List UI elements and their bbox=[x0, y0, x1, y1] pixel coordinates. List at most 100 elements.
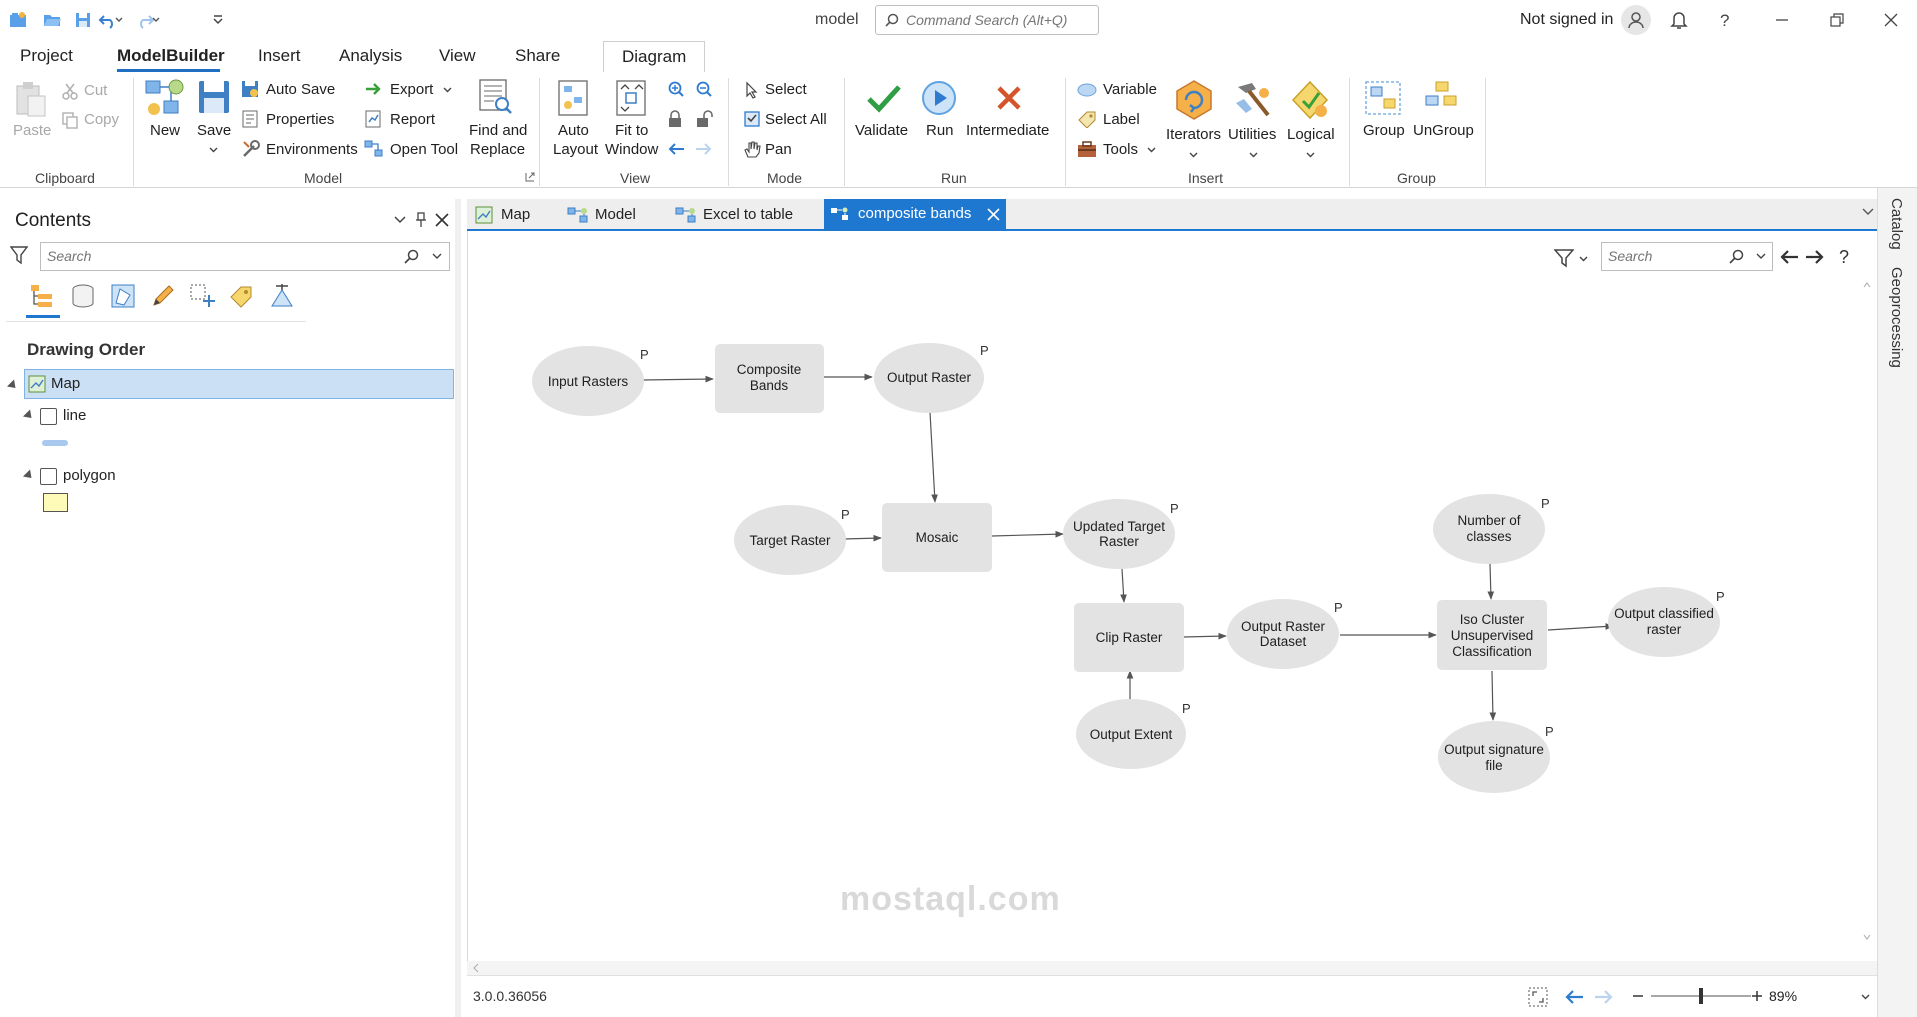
variable-button[interactable]: Variable bbox=[1103, 81, 1157, 98]
pin-icon[interactable] bbox=[415, 212, 427, 228]
auto-layout-button-line1[interactable]: Auto bbox=[558, 122, 589, 139]
canvas-help-icon[interactable]: ? bbox=[1838, 247, 1852, 267]
ungroup-button[interactable]: UnGroup bbox=[1413, 122, 1474, 139]
save-dropdown-icon[interactable] bbox=[209, 147, 218, 153]
iterators-dropdown-icon[interactable] bbox=[1189, 152, 1198, 158]
close-window-icon[interactable] bbox=[1876, 8, 1906, 32]
canvas-search-input[interactable] bbox=[1608, 243, 1728, 269]
list-by-perspective-imagery-icon[interactable] bbox=[268, 282, 296, 310]
open-tool-icon[interactable] bbox=[364, 139, 384, 159]
group-icon[interactable] bbox=[1364, 80, 1402, 116]
select-all-icon[interactable] bbox=[743, 110, 761, 128]
zoom-out-minus-icon[interactable] bbox=[1631, 988, 1645, 1004]
paste-icon[interactable] bbox=[14, 80, 48, 118]
fit-to-window-button-line1[interactable]: Fit to bbox=[615, 122, 648, 139]
full-extent-icon[interactable] bbox=[1527, 986, 1549, 1008]
search-options-chevron-icon[interactable] bbox=[1756, 253, 1766, 260]
map-expand-toggle-icon[interactable] bbox=[6, 379, 20, 392]
tab-insert[interactable]: Insert bbox=[258, 46, 301, 66]
contents-search-input[interactable] bbox=[47, 243, 397, 269]
properties-icon[interactable] bbox=[241, 110, 259, 128]
restore-icon[interactable] bbox=[1822, 8, 1852, 32]
variable-icon[interactable] bbox=[1077, 83, 1097, 97]
auto-layout-icon[interactable] bbox=[557, 79, 591, 117]
minimize-icon[interactable] bbox=[1767, 8, 1797, 32]
utilities-hammer-icon[interactable] bbox=[1232, 79, 1274, 121]
doc-tab-map[interactable]: Map bbox=[475, 199, 530, 230]
catalog-side-tab[interactable]: Catalog bbox=[1888, 198, 1905, 250]
undo-dropdown-icon[interactable] bbox=[113, 9, 125, 31]
user-avatar-icon[interactable] bbox=[1621, 5, 1651, 35]
zoom-level[interactable]: 89% bbox=[1769, 988, 1797, 1004]
validate-button[interactable]: Validate bbox=[855, 122, 908, 139]
tools-button[interactable]: Tools bbox=[1103, 141, 1138, 158]
copy-icon[interactable] bbox=[61, 111, 79, 129]
command-search[interactable] bbox=[875, 5, 1099, 35]
node-iso-cluster[interactable]: Iso Cluster Unsupervised Classification bbox=[1437, 600, 1547, 670]
polygon-layer-label[interactable]: polygon bbox=[63, 467, 116, 484]
search-options-chevron-icon[interactable] bbox=[432, 253, 442, 260]
new-model-icon[interactable] bbox=[144, 77, 188, 119]
report-icon[interactable] bbox=[364, 110, 382, 128]
run-play-icon[interactable] bbox=[921, 80, 957, 116]
tools-dropdown-icon[interactable] bbox=[1147, 147, 1156, 153]
geoprocessing-side-tab[interactable]: Geoprocessing bbox=[1888, 267, 1905, 368]
customize-toolbar-icon[interactable] bbox=[207, 9, 229, 31]
zoom-in-plus-icon[interactable] bbox=[1750, 988, 1764, 1004]
environments-icon[interactable] bbox=[241, 139, 261, 159]
copy-button[interactable]: Copy bbox=[84, 111, 119, 128]
utilities-dropdown-icon[interactable] bbox=[1249, 152, 1258, 158]
canvas-search[interactable] bbox=[1601, 242, 1773, 271]
zoom-slider-thumb[interactable] bbox=[1699, 988, 1703, 1004]
map-layer-row[interactable]: Map bbox=[24, 369, 454, 399]
line-symbol-swatch[interactable] bbox=[42, 440, 68, 446]
doc-tab-model[interactable]: Model bbox=[567, 199, 636, 230]
label-button[interactable]: Label bbox=[1103, 111, 1140, 128]
group-button[interactable]: Group bbox=[1363, 122, 1405, 139]
find-replace-button-line1[interactable]: Find and bbox=[469, 122, 527, 139]
close-pane-icon[interactable] bbox=[435, 213, 449, 227]
next-match-icon[interactable] bbox=[1804, 248, 1826, 266]
doc-tab-excel-to-table[interactable]: Excel to table bbox=[675, 199, 793, 230]
pane-options-chevron-icon[interactable] bbox=[394, 216, 406, 224]
line-layer-label[interactable]: line bbox=[63, 407, 86, 424]
redo-dropdown-icon[interactable] bbox=[150, 9, 162, 31]
vertical-scrollbar[interactable] bbox=[1862, 281, 1872, 941]
pan-button[interactable]: Pan bbox=[765, 141, 792, 158]
canvas-filter-dropdown-icon[interactable] bbox=[1579, 256, 1588, 262]
zoom-back-icon[interactable] bbox=[1563, 988, 1585, 1006]
tab-modelbuilder[interactable]: ModelBuilder bbox=[117, 46, 225, 66]
save-model-icon[interactable] bbox=[198, 80, 230, 114]
tab-list-chevron-icon[interactable] bbox=[1862, 208, 1874, 216]
close-tab-icon[interactable] bbox=[987, 208, 1000, 221]
intermediate-button[interactable]: Intermediate bbox=[966, 122, 1049, 139]
export-dropdown-icon[interactable] bbox=[443, 87, 452, 93]
iterators-icon[interactable] bbox=[1173, 79, 1215, 121]
logical-icon[interactable] bbox=[1289, 79, 1331, 121]
previous-extent-icon[interactable] bbox=[666, 141, 686, 157]
list-by-editing-icon[interactable] bbox=[150, 283, 176, 309]
tab-view[interactable]: View bbox=[439, 46, 476, 66]
node-clip-raster[interactable]: Clip Raster bbox=[1074, 603, 1184, 672]
save-model-button[interactable]: Save bbox=[197, 122, 231, 139]
unlock-icon[interactable] bbox=[695, 110, 713, 128]
notifications-bell-icon[interactable] bbox=[1664, 8, 1694, 32]
find-replace-icon[interactable] bbox=[478, 78, 514, 116]
zoom-in-icon[interactable] bbox=[667, 80, 685, 98]
export-button[interactable]: Export bbox=[390, 81, 433, 98]
utilities-button[interactable]: Utilities bbox=[1228, 126, 1276, 143]
tab-share[interactable]: Share bbox=[515, 46, 560, 66]
tab-project[interactable]: Project bbox=[20, 46, 73, 66]
ungroup-icon[interactable] bbox=[1422, 80, 1460, 116]
intermediate-x-icon[interactable] bbox=[995, 84, 1023, 112]
list-by-labeling-icon[interactable] bbox=[228, 283, 254, 309]
list-by-selection-icon[interactable] bbox=[110, 283, 136, 309]
polygon-symbol-swatch[interactable] bbox=[43, 493, 68, 512]
search-icon[interactable] bbox=[1729, 249, 1745, 265]
logical-dropdown-icon[interactable] bbox=[1306, 152, 1315, 158]
tools-toolbox-icon[interactable] bbox=[1077, 140, 1097, 158]
paste-button[interactable]: Paste bbox=[13, 122, 51, 139]
canvas-filter-funnel-icon[interactable] bbox=[1554, 248, 1574, 268]
find-replace-button-line2[interactable]: Replace bbox=[470, 141, 525, 158]
list-by-snapping-icon[interactable] bbox=[189, 283, 217, 309]
